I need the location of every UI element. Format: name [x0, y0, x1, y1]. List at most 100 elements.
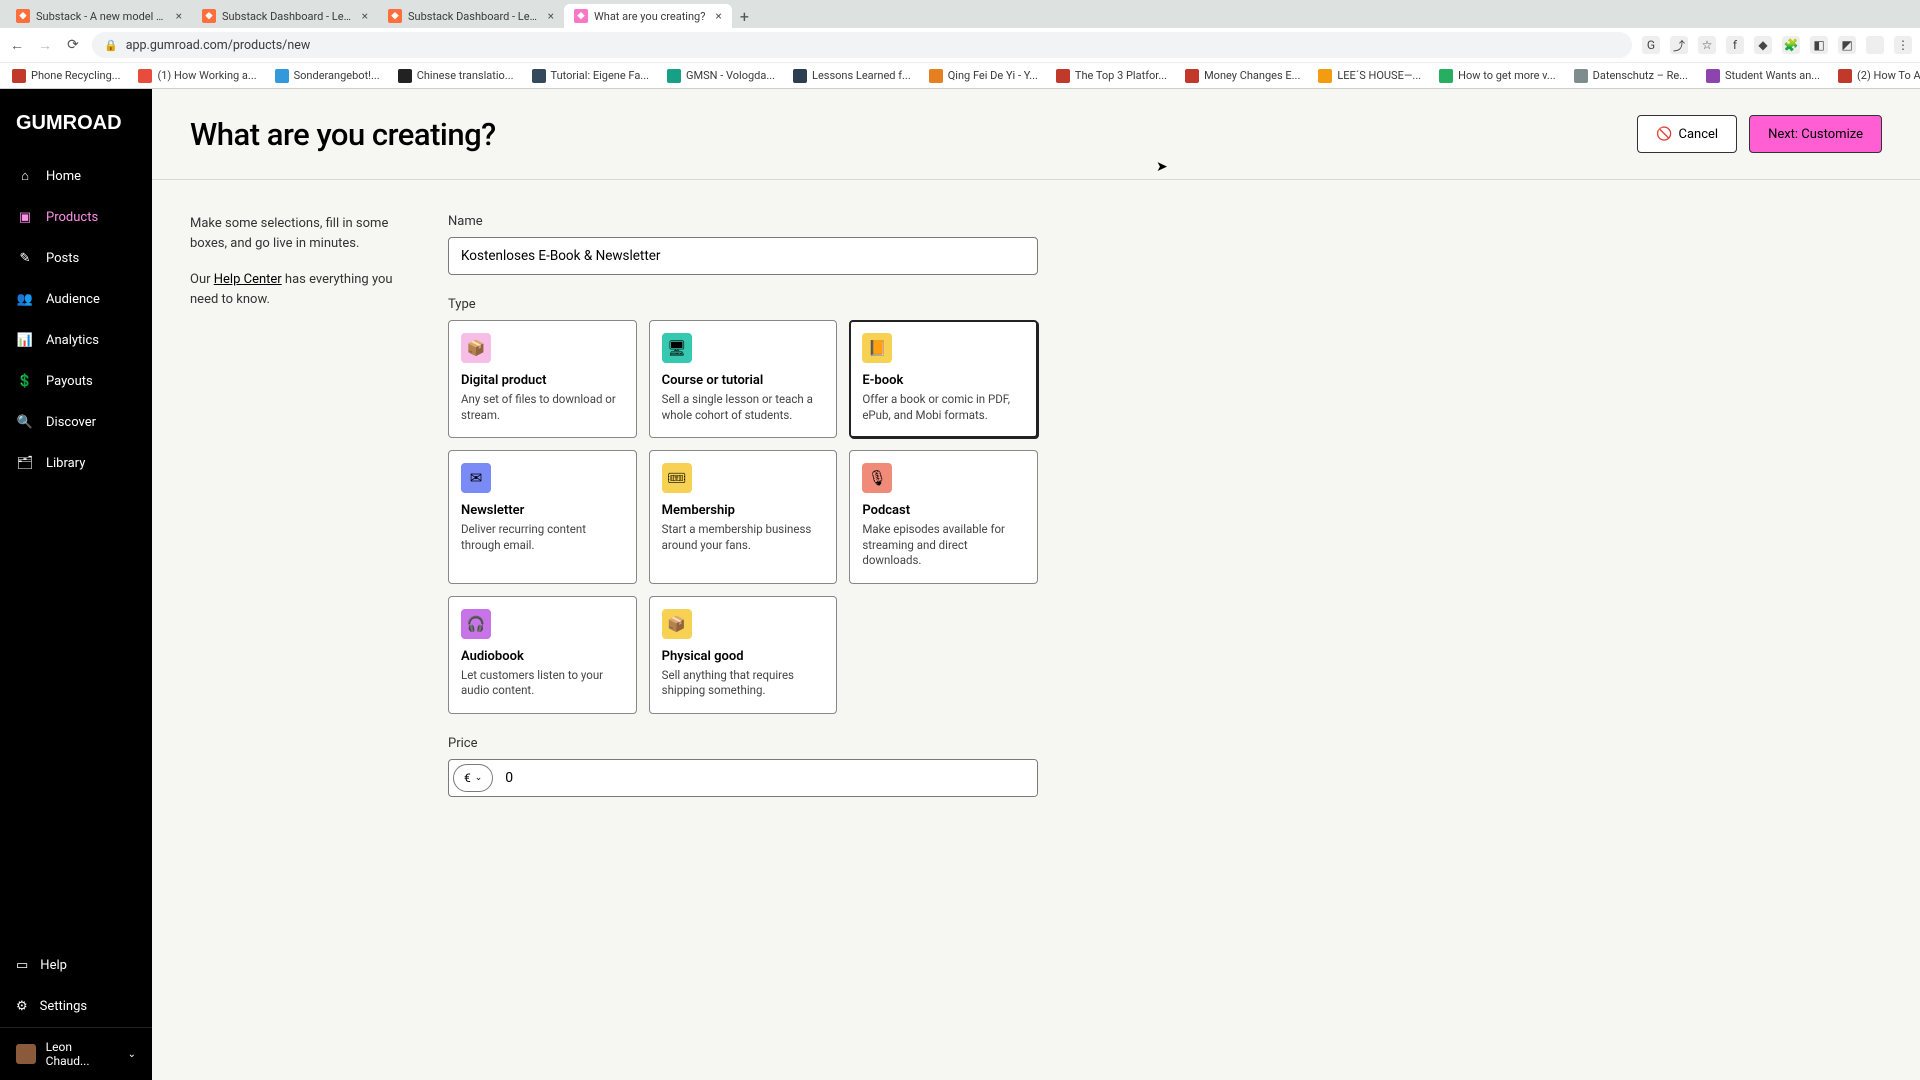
bookmark-label: (2) How To Add A...	[1857, 69, 1920, 82]
bookmark-item[interactable]: GMSN - Vologda...	[661, 67, 781, 85]
type-card-physical[interactable]: 📦 Physical good Sell anything that requi…	[649, 596, 838, 714]
sidebar-item-audience[interactable]: 👥Audience	[0, 279, 152, 320]
close-icon[interactable]: ×	[172, 9, 182, 23]
intro-line-1: Make some selections, fill in some boxes…	[190, 214, 400, 254]
course-icon: 🖥	[662, 333, 692, 363]
posts-icon: ✎	[16, 251, 34, 266]
bookmark-item[interactable]: Phone Recycling...	[6, 67, 126, 85]
menu-icon[interactable]: ⋮	[1894, 36, 1912, 54]
next-customize-button[interactable]: Next: Customize	[1749, 115, 1882, 153]
bookmark-label: Datenschutz – Re...	[1593, 69, 1688, 82]
sidebar-item-home[interactable]: ⌂Home	[0, 155, 152, 197]
close-icon[interactable]: ×	[358, 9, 368, 23]
sidebar-bottom-nav: ▭Help⚙Settings	[0, 945, 152, 1027]
help-center-link[interactable]: Help Center	[214, 272, 282, 287]
bookmark-item[interactable]: Money Changes E...	[1179, 67, 1306, 85]
star-icon[interactable]: ☆	[1698, 36, 1716, 54]
nav-forward-icon[interactable]: →	[36, 37, 54, 54]
browser-tab[interactable]: ◆ What are you creating? ×	[564, 4, 732, 28]
price-input[interactable]	[497, 760, 1037, 796]
type-card-digital[interactable]: 📦 Digital product Any set of files to do…	[448, 320, 637, 438]
type-card-audiobook[interactable]: 🎧 Audiobook Let customers listen to your…	[448, 596, 637, 714]
sidebar-item-label: Home	[46, 169, 81, 184]
type-card-podcast[interactable]: 🎙 Podcast Make episodes available for st…	[849, 450, 1038, 584]
currency-selector[interactable]: € ⌄	[453, 764, 493, 792]
price-label: Price	[448, 736, 1038, 751]
page-title: What are you creating?	[190, 116, 496, 153]
bookmark-item[interactable]: Sonderangebot!...	[269, 67, 386, 85]
bookmark-item[interactable]: Qing Fei De Yi - Y...	[923, 67, 1044, 85]
address-bar: ← → ⟳ 🔒 app.gumroad.com/products/new G ⤴…	[0, 28, 1920, 62]
type-card-desc: Deliver recurring content through email.	[461, 522, 624, 553]
sidebar-item-posts[interactable]: ✎Posts	[0, 238, 152, 279]
ext-icon[interactable]: f	[1726, 36, 1744, 54]
ext-icon[interactable]: ◩	[1838, 36, 1856, 54]
nav-reload-icon[interactable]: ⟳	[64, 37, 82, 53]
app-shell: GUMROAD ⌂Home▣Products✎Posts👥Audience📊An…	[0, 89, 1920, 1080]
bookmark-item[interactable]: LEE´S HOUSE—...	[1312, 67, 1427, 85]
sidebar-item-analytics[interactable]: 📊Analytics	[0, 320, 152, 361]
favicon-icon: ◆	[574, 9, 588, 23]
type-card-newsletter[interactable]: ✉ Newsletter Deliver recurring content t…	[448, 450, 637, 584]
sidebar-item-discover[interactable]: 🔍Discover	[0, 402, 152, 443]
bookmark-label: Qing Fei De Yi - Y...	[948, 69, 1038, 82]
bookmark-label: LEE´S HOUSE—...	[1337, 69, 1421, 82]
profile-avatar-icon[interactable]	[1866, 36, 1884, 54]
bookmark-item[interactable]: How to get more v...	[1433, 67, 1562, 85]
bookmark-label: The Top 3 Platfor...	[1075, 69, 1167, 82]
user-chip[interactable]: Leon Chaud... ⌄	[0, 1027, 152, 1080]
sidebar-item-settings[interactable]: ⚙Settings	[0, 986, 152, 1027]
sidebar-item-label: Audience	[46, 292, 100, 307]
favicon-icon: ◆	[388, 9, 402, 23]
products-icon: ▣	[16, 210, 34, 225]
bookmark-item[interactable]: Lessons Learned f...	[787, 67, 917, 85]
tab-title: Substack - A new model for p...	[36, 10, 166, 23]
cancel-icon: 🚫	[1656, 127, 1672, 142]
product-form: Name Type 📦 Digital product Any set of f…	[448, 214, 1038, 819]
type-card-course[interactable]: 🖥 Course or tutorial Sell a single lesso…	[649, 320, 838, 438]
type-card-title: Newsletter	[461, 503, 624, 518]
name-input[interactable]	[448, 237, 1038, 275]
new-tab-button[interactable]: +	[732, 5, 757, 28]
type-card-desc: Let customers listen to your audio conte…	[461, 668, 624, 699]
extensions-icon[interactable]: 🧩	[1782, 36, 1800, 54]
browser-tab[interactable]: ◆ Substack - A new model for p... ×	[6, 4, 192, 28]
gumroad-logo[interactable]: GUMROAD	[0, 89, 152, 155]
name-label: Name	[448, 214, 1038, 229]
type-card-ebook[interactable]: 📙 E-book Offer a book or comic in PDF, e…	[849, 320, 1038, 438]
chevron-down-icon: ⌄	[475, 773, 483, 783]
type-grid: 📦 Digital product Any set of files to do…	[448, 320, 1038, 714]
browser-tab[interactable]: ◆ Substack Dashboard - Leon's ... ×	[378, 4, 564, 28]
newsletter-icon: ✉	[461, 463, 491, 493]
type-card-desc: Sell anything that requires shipping som…	[662, 668, 825, 699]
share-icon[interactable]: ⤴	[1670, 36, 1688, 54]
sidebar-item-library[interactable]: 🗂Library	[0, 443, 152, 484]
bookmark-item[interactable]: Tutorial: Eigene Fa...	[526, 67, 656, 85]
type-card-membership[interactable]: 🎟 Membership Start a membership business…	[649, 450, 838, 584]
type-card-title: Podcast	[862, 503, 1025, 518]
close-icon[interactable]: ×	[544, 9, 554, 23]
bookmark-item[interactable]: (2) How To Add A...	[1832, 67, 1920, 85]
bookmark-item[interactable]: The Top 3 Platfor...	[1050, 67, 1173, 85]
bookmark-favicon-icon	[929, 69, 943, 83]
bookmark-favicon-icon	[793, 69, 807, 83]
nav-back-icon[interactable]: ←	[8, 37, 26, 54]
bookmark-item[interactable]: (1) How Working a...	[132, 67, 262, 85]
ext-icon[interactable]: G	[1642, 36, 1660, 54]
sidebar-item-payouts[interactable]: 💲Payouts	[0, 361, 152, 402]
price-box: € ⌄	[448, 759, 1038, 797]
close-icon[interactable]: ×	[711, 9, 721, 23]
sidebar-item-help[interactable]: ▭Help	[0, 945, 152, 986]
sidebar-item-products[interactable]: ▣Products	[0, 197, 152, 238]
bookmark-favicon-icon	[532, 69, 546, 83]
browser-tab[interactable]: ◆ Substack Dashboard - Leon's ... ×	[192, 4, 378, 28]
bookmark-item[interactable]: Datenschutz – Re...	[1568, 67, 1694, 85]
bookmark-label: Phone Recycling...	[31, 69, 120, 82]
bookmark-item[interactable]: Chinese translatio...	[392, 67, 520, 85]
url-box[interactable]: 🔒 app.gumroad.com/products/new	[92, 32, 1632, 58]
user-name: Leon Chaud...	[46, 1040, 118, 1068]
bookmark-item[interactable]: Student Wants an...	[1700, 67, 1826, 85]
ext-icon[interactable]: ◧	[1810, 36, 1828, 54]
ext-icon[interactable]: ◆	[1754, 36, 1772, 54]
cancel-button[interactable]: 🚫 Cancel	[1637, 115, 1737, 153]
